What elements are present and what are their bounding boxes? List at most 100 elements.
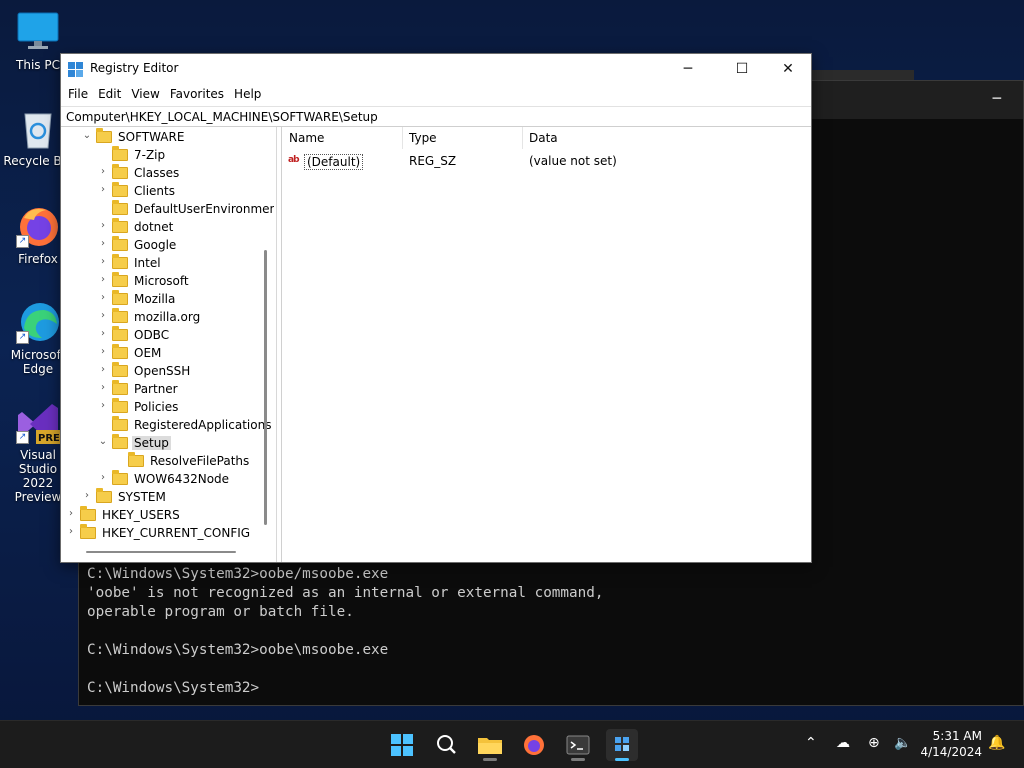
clock[interactable]: 5:31 AM 4/14/2024 [920, 728, 982, 760]
menu-favorites[interactable]: Favorites [165, 84, 229, 106]
tree-item[interactable]: ⌄ SOFTWARE [62, 128, 274, 146]
volume-muted-icon[interactable]: 🔈 [894, 735, 911, 751]
registry-editor-taskbar-button[interactable] [606, 729, 638, 761]
tree-item-label: RegisteredApplications [134, 418, 272, 432]
tree-item[interactable]: › SYSTEM [62, 488, 274, 506]
menu-help[interactable]: Help [229, 84, 266, 106]
tree-item[interactable]: DefaultUserEnvironmen [62, 200, 274, 218]
tree-item[interactable]: › Intel [62, 254, 274, 272]
menu-file[interactable]: File [63, 84, 93, 106]
search-button[interactable] [430, 729, 462, 761]
key-tree[interactable]: ⌄ SOFTWARE 7-Zip › Classes › Clients DefaultUse… [62, 127, 274, 562]
folder-icon [96, 128, 112, 143]
maximize-button[interactable]: ☐ [719, 54, 765, 84]
tree-item-label: 7-Zip [134, 148, 166, 162]
menu-bar: File Edit View Favorites Help [61, 84, 811, 106]
chevron-right-icon[interactable]: › [98, 238, 108, 249]
close-button[interactable]: ✕ [765, 54, 811, 84]
chevron-up-icon[interactable]: ⌃ [805, 735, 817, 751]
chevron-right-icon[interactable]: › [98, 184, 108, 195]
window-titlebar[interactable]: Registry Editor ─ ☐ ✕ [61, 54, 811, 84]
tree-item[interactable]: › Policies [62, 398, 274, 416]
cloud-offline-icon[interactable]: ☁ [836, 735, 850, 751]
chevron-right-icon[interactable]: › [98, 472, 108, 483]
chevron-right-icon[interactable]: › [82, 490, 92, 501]
minimize-icon[interactable]: ─ [993, 91, 1001, 107]
folder-icon [80, 524, 96, 539]
console-line: C:\Windows\System32>oobe/msoobe.exe [87, 566, 389, 582]
tree-item[interactable]: ⌄ Setup [62, 434, 274, 452]
tree-item[interactable]: › dotnet [62, 218, 274, 236]
tree-item[interactable]: › Google [62, 236, 274, 254]
chevron-right-icon[interactable]: › [98, 310, 108, 321]
tree-item[interactable]: › HKEY_USERS [62, 506, 274, 524]
tree-item[interactable]: › mozilla.org [62, 308, 274, 326]
chevron-right-icon[interactable]: › [98, 382, 108, 393]
chevron-right-icon[interactable]: › [98, 274, 108, 285]
monitor-icon [16, 10, 60, 54]
minimize-button[interactable]: ─ [665, 54, 711, 84]
value-row[interactable]: ab (Default) REG_SZ (value not set) [282, 153, 811, 171]
terminal-taskbar-button[interactable] [562, 729, 594, 761]
tree-item[interactable]: 7-Zip [62, 146, 274, 164]
chevron-right-icon[interactable]: › [98, 256, 108, 267]
tree-item[interactable]: › OEM [62, 344, 274, 362]
tree-item[interactable]: › Microsoft [62, 272, 274, 290]
registry-editor-icon [615, 737, 629, 751]
folder-icon [112, 308, 128, 323]
shortcut-arrow-icon: ↗ [16, 331, 29, 344]
tree-item[interactable]: › OpenSSH [62, 362, 274, 380]
chevron-right-icon[interactable]: › [66, 526, 76, 537]
file-explorer-button[interactable] [474, 729, 506, 761]
visual-studio-icon: PRE ↗ [16, 400, 60, 444]
column-divider[interactable] [402, 127, 403, 149]
recycle-bin-icon [16, 106, 60, 150]
tree-vertical-scrollbar[interactable] [264, 250, 267, 525]
tree-item-label: Setup [132, 436, 171, 450]
string-value-icon: ab [288, 155, 300, 165]
column-header-type[interactable]: Type [409, 131, 437, 145]
clock-date: 4/14/2024 [920, 745, 982, 759]
tree-item[interactable]: RegisteredApplications [62, 416, 274, 434]
tree-item[interactable]: › HKEY_CURRENT_CONFIG [62, 524, 274, 542]
column-header-data[interactable]: Data [529, 131, 558, 145]
tree-item-label: Mozilla [134, 292, 176, 306]
chevron-right-icon[interactable]: › [66, 508, 76, 519]
console-output[interactable]: C:\Windows\System32>oobe/msoobe.exe 'oobe… [87, 565, 603, 698]
chevron-right-icon[interactable]: › [98, 346, 108, 357]
folder-icon [112, 326, 128, 341]
globe-icon[interactable]: ⊕ [868, 735, 880, 751]
chevron-right-icon[interactable]: › [98, 400, 108, 411]
start-button[interactable] [386, 729, 418, 761]
tree-item-label: dotnet [134, 220, 174, 234]
menu-view[interactable]: View [126, 84, 164, 106]
values-list[interactable]: Name Type Data ab (Default) REG_SZ (valu… [281, 127, 811, 562]
tree-horizontal-scrollbar[interactable] [86, 551, 236, 553]
tree-item[interactable]: › Clients [62, 182, 274, 200]
chevron-right-icon[interactable]: › [98, 364, 108, 375]
tree-item[interactable]: › WOW6432Node [62, 470, 274, 488]
tree-item[interactable]: › Partner [62, 380, 274, 398]
tree-item[interactable]: › Mozilla [62, 290, 274, 308]
tree-item[interactable]: › Classes [62, 164, 274, 182]
chevron-right-icon[interactable]: › [98, 166, 108, 177]
chevron-right-icon[interactable]: › [98, 292, 108, 303]
column-header-name[interactable]: Name [289, 131, 324, 145]
registry-editor-window[interactable]: Registry Editor ─ ☐ ✕ File Edit View Fav… [60, 53, 812, 563]
chevron-right-icon[interactable]: › [98, 328, 108, 339]
folder-icon [478, 738, 502, 754]
folder-icon [112, 398, 128, 413]
chevron-down-icon[interactable]: ⌄ [98, 436, 108, 447]
active-indicator [615, 758, 629, 761]
notification-bell-icon[interactable]: 🔔 [988, 735, 1005, 751]
shortcut-arrow-icon: ↗ [16, 431, 29, 444]
firefox-taskbar-button[interactable] [518, 729, 550, 761]
chevron-down-icon[interactable]: ⌄ [82, 130, 92, 141]
tree-item[interactable]: ResolveFilePaths [62, 452, 274, 470]
clock-time: 5:31 AM [932, 729, 982, 743]
menu-edit[interactable]: Edit [93, 84, 126, 106]
tree-item[interactable]: › ODBC [62, 326, 274, 344]
column-divider[interactable] [522, 127, 523, 149]
address-bar[interactable]: Computer\HKEY_LOCAL_MACHINE\SOFTWARE\Set… [61, 106, 811, 127]
chevron-right-icon[interactable]: › [98, 220, 108, 231]
